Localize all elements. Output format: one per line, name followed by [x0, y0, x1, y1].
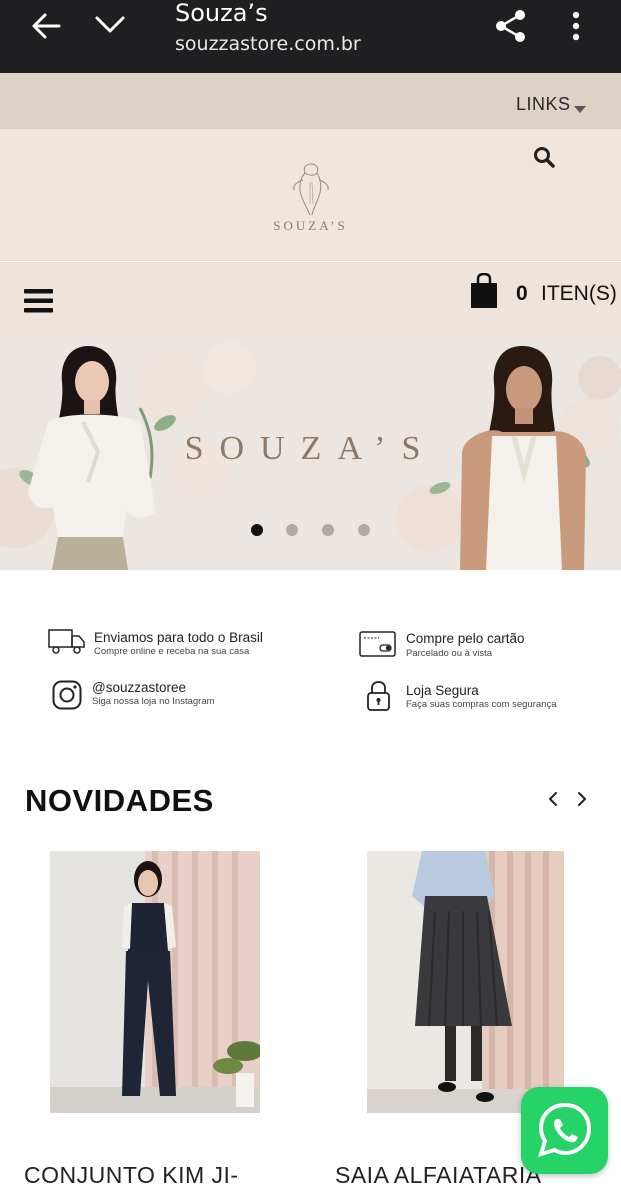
credit-card-icon — [359, 631, 396, 657]
back-arrow-icon[interactable] — [30, 11, 62, 41]
search-icon[interactable] — [533, 146, 555, 168]
hero-banner[interactable]: SOUZA’S — [0, 338, 621, 570]
whatsapp-button[interactable] — [521, 1087, 608, 1174]
links-bar: LINKS — [0, 73, 621, 129]
feature-subtitle-instagram: Siga nossa loja no Instagram — [92, 696, 215, 707]
brand-logo-text[interactable]: SOUZA’S — [0, 218, 621, 234]
shopping-bag-icon[interactable] — [470, 273, 498, 309]
product-image-2[interactable] — [367, 851, 564, 1113]
banner-title: SOUZA’S — [184, 430, 437, 467]
links-dropdown[interactable]: LINKS — [516, 94, 571, 115]
chevron-down-icon[interactable] — [94, 13, 126, 37]
product-image-1[interactable] — [50, 851, 260, 1113]
feature-title-shipping: Enviamos para todo o Brasil — [94, 630, 263, 645]
feature-title-secure: Loja Segura — [406, 683, 479, 698]
more-vert-icon[interactable] — [569, 11, 583, 41]
carousel-dot-4[interactable] — [358, 524, 370, 536]
chevron-left-icon[interactable] — [546, 791, 560, 807]
product-name-1[interactable]: CONJUNTO KIM JI- — [24, 1162, 239, 1189]
header-logo-area: SOUZA’S — [0, 129, 621, 261]
cart-count[interactable]: 0 — [516, 282, 528, 306]
cart-label[interactable]: ITEN(S) — [541, 282, 617, 306]
caret-down-icon[interactable] — [574, 106, 586, 113]
feature-subtitle-secure: Faça suas compras com segurança — [406, 699, 557, 710]
carousel-dot-3[interactable] — [322, 524, 334, 536]
lock-icon — [367, 681, 390, 711]
chevron-right-icon[interactable] — [575, 791, 589, 807]
brand-logo-figure[interactable] — [288, 160, 334, 218]
browser-toolbar: Souza’s souzzastore.com.br — [0, 0, 621, 73]
section-title-novidades: NOVIDADES — [25, 783, 214, 818]
feature-title-instagram[interactable]: @souzzastoree — [92, 680, 186, 695]
feature-subtitle-card: Parcelado ou à vista — [406, 648, 493, 659]
menu-cart-bar: 0 ITEN(S) — [0, 262, 621, 338]
feature-title-card: Compre pelo cartão — [406, 631, 525, 646]
whatsapp-icon — [537, 1102, 592, 1157]
share-icon[interactable] — [494, 9, 528, 43]
truck-icon — [48, 629, 85, 654]
feature-subtitle-shipping: Compre online e receba na sua casa — [94, 646, 250, 657]
hamburger-menu-icon[interactable] — [24, 289, 53, 313]
carousel-dot-1[interactable] — [251, 524, 263, 536]
instagram-icon[interactable] — [52, 680, 82, 710]
store-features: Enviamos para todo o Brasil Compre onlin… — [0, 570, 621, 750]
page-url[interactable]: souzzastore.com.br — [175, 33, 361, 55]
page-title: Souza’s — [175, 0, 268, 27]
product-name-2[interactable]: SAIA ALFAIATARIA — [335, 1162, 542, 1189]
carousel-dot-2[interactable] — [286, 524, 298, 536]
